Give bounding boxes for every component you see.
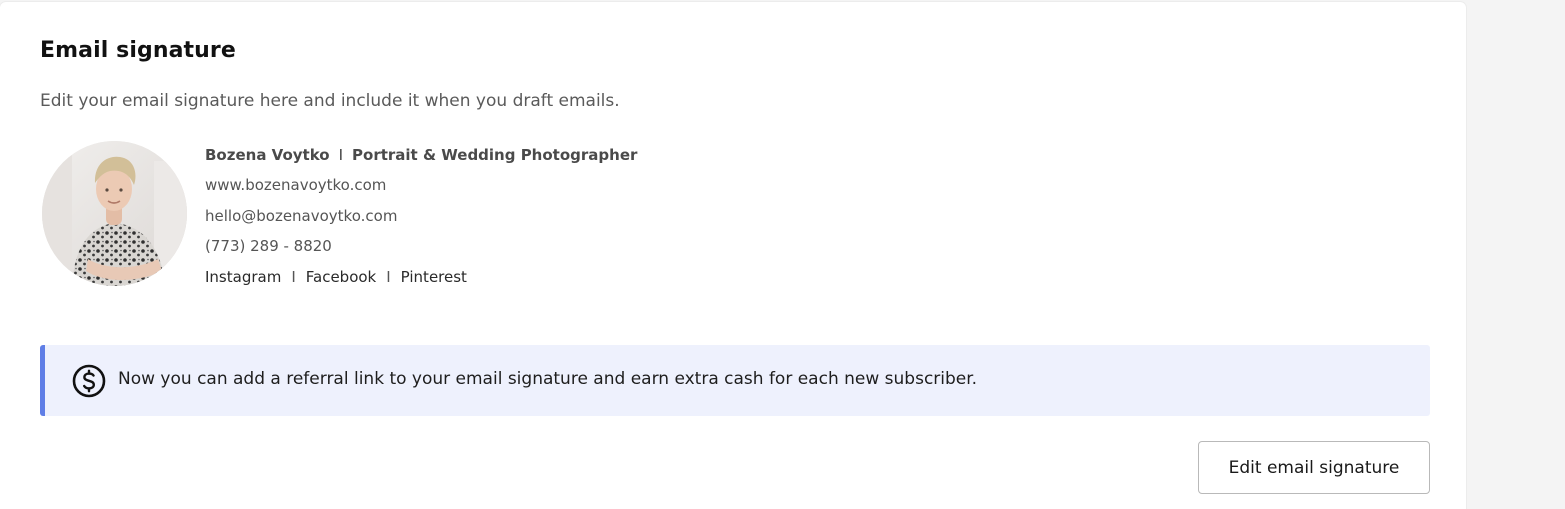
referral-banner-text: Now you can add a referral link to your … [118,369,978,389]
social-link-facebook[interactable]: Facebook [306,268,376,286]
signature-preview: Bozena Voytko I Portrait & Wedding Photogr… [205,143,637,295]
separator: I [386,267,391,286]
signature-name-line: Bozena Voytko I Portrait & Wedding Photogr… [205,143,637,173]
section-title: Email signature [40,38,236,63]
social-link-pinterest[interactable]: Pinterest [401,268,467,286]
signature-phone: (773) 289 - 8820 [205,237,332,256]
dollar-circle-icon [72,364,106,398]
signature-email: hello@bozenavoytko.com [205,206,398,225]
profile-photo-icon [42,141,187,286]
separator: I [338,146,344,164]
email-signature-card: Email signature Edit your email signatur… [0,2,1466,509]
separator: I [291,267,296,286]
social-link-instagram[interactable]: Instagram [205,268,281,286]
page: Email signature Edit your email signatur… [0,0,1565,509]
avatar [42,141,187,286]
section-description: Edit your email signature here and inclu… [40,91,620,111]
edit-email-signature-button[interactable]: Edit email signature [1198,441,1430,494]
signature-name: Bozena Voytko [205,146,330,164]
signature-role: Portrait & Wedding Photographer [352,146,638,164]
referral-info-banner: Now you can add a referral link to your … [40,345,1430,416]
signature-social-links: Instagram I Facebook I Pinterest [205,265,637,295]
signature-website: www.bozenavoytko.com [205,176,387,195]
